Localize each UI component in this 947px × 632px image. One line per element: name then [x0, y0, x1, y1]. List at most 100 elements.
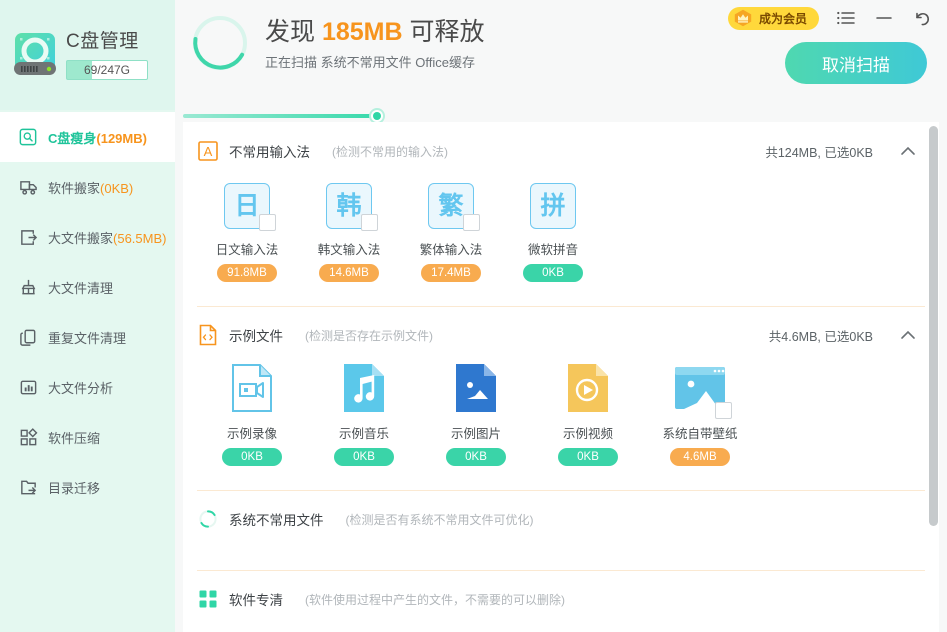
section-header[interactable]: 软件专清 (软件使用过程中产生的文件，不需要的可以删除): [183, 570, 939, 628]
tile-korean-ime[interactable]: 韩 韩文输入法 14.6MB: [319, 180, 379, 282]
sidebar-item-label: 目录迁移: [48, 481, 100, 496]
tile-art: 韩: [321, 180, 377, 232]
section-unused-ime: A 不常用输入法 (检测不常用的输入法) 共124MB, 已选0KB: [183, 122, 939, 306]
sidebar-item-label: 软件压缩: [48, 431, 100, 446]
section-software-clean: 软件专清 (软件使用过程中产生的文件，不需要的可以删除): [183, 570, 939, 628]
sidebar-item-directory-migrate[interactable]: 目录迁移: [0, 462, 175, 512]
app-window: C盘管理 69/247G C盘瘦身(129MB) 软件搬家(0KB): [0, 0, 947, 632]
disk-capacity-badge: 69/247G: [66, 60, 148, 80]
window-controls: 成为会员: [728, 4, 933, 32]
tile-sample-recording[interactable]: 示例录像 0KB: [217, 364, 287, 466]
section-header[interactable]: A 不常用输入法 (检测不常用的输入法) 共124MB, 已选0KB: [183, 122, 939, 180]
section-right: 共124MB, 已选0KB: [765, 142, 917, 161]
tile-sample-video[interactable]: 示例视频 0KB: [553, 364, 623, 466]
tile-art: 繁: [423, 180, 479, 232]
video-file-icon: [232, 364, 272, 417]
section-spacer: [183, 548, 939, 570]
scan-subtitle: 正在扫描 系统不常用文件 Office缓存: [265, 52, 485, 71]
picture-file-icon: [456, 364, 496, 417]
scroll-area[interactable]: A 不常用输入法 (检测不常用的输入法) 共124MB, 已选0KB: [183, 122, 939, 632]
scrollbar-thumb[interactable]: [929, 126, 938, 526]
sidebar-item-label: 重复文件清理: [48, 331, 126, 346]
back-arrow-icon[interactable]: [911, 7, 933, 29]
grid-green-icon: [197, 588, 219, 610]
tile-japanese-ime[interactable]: 日 日文输入法 91.8MB: [217, 180, 277, 282]
minimize-icon[interactable]: [873, 7, 895, 29]
tile-label: 微软拼音: [528, 239, 578, 258]
become-member-label: 成为会员: [759, 10, 807, 27]
section-header[interactable]: 示例文件 (检测是否存在示例文件) 共4.6MB, 已选0KB: [183, 306, 939, 364]
truck-move-icon: [18, 177, 38, 197]
tile-checkbox[interactable]: [463, 214, 480, 231]
tile-art: 日: [219, 180, 275, 232]
tile-checkbox[interactable]: [361, 214, 378, 231]
code-file-icon: [197, 324, 219, 346]
tile-checkbox[interactable]: [259, 214, 276, 231]
tile-sample-picture[interactable]: 示例图片 0KB: [441, 364, 511, 466]
tile-sample-music[interactable]: 示例音乐 0KB: [329, 364, 399, 466]
sidebar-item-size: (56.5MB): [113, 231, 166, 246]
scan-title-prefix: 发现: [265, 18, 322, 46]
tile-checkbox[interactable]: [715, 402, 732, 419]
section-sample-files: 示例文件 (检测是否存在示例文件) 共4.6MB, 已选0KB: [183, 306, 939, 490]
section-desc: (检测不常用的输入法): [332, 143, 448, 160]
section-desc: (检测是否有系统不常用文件可优化): [346, 511, 534, 528]
scan-progress-bar: [183, 110, 947, 122]
sidebar-item-bigfile-clean[interactable]: 大文件清理: [0, 262, 175, 312]
tile-art: 拼: [525, 180, 581, 232]
cancel-scan-button[interactable]: 取消扫描: [785, 42, 927, 84]
section-system-unused-files: 系统不常用文件 (检测是否有系统不常用文件可优化): [183, 490, 939, 570]
tile-art: [336, 364, 392, 416]
scrollbar-track[interactable]: [928, 122, 939, 632]
chevron-up-icon[interactable]: [899, 326, 917, 344]
section-name: 示例文件: [229, 325, 283, 345]
section-stat: 共124MB, 已选0KB: [765, 142, 873, 161]
ring-spinner-icon: [197, 508, 219, 530]
section-desc: (软件使用过程中产生的文件，不需要的可以删除): [305, 591, 565, 608]
section-stat: 共4.6MB, 已选0KB: [769, 326, 873, 345]
ime-glyph-icon: 拼: [530, 183, 576, 229]
scan-results-list: A 不常用输入法 (检测不常用的输入法) 共124MB, 已选0KB: [183, 122, 939, 632]
tile-art: [672, 364, 728, 416]
hard-drive-icon: [12, 29, 58, 81]
section-header[interactable]: 系统不常用文件 (检测是否有系统不常用文件可优化): [183, 490, 939, 548]
svg-text:A: A: [204, 144, 213, 159]
section-name: 不常用输入法: [229, 141, 310, 161]
tile-size-badge: 4.6MB: [670, 448, 730, 466]
tile-traditional-ime[interactable]: 繁 繁体输入法 17.4MB: [421, 180, 481, 282]
folder-move-icon: [18, 477, 38, 497]
tile-label: 系统自带壁纸: [663, 423, 738, 442]
loading-spinner-icon: [189, 12, 251, 74]
file-move-icon: [18, 227, 38, 247]
sidebar-item-label: 大文件搬家: [48, 231, 113, 246]
crown-icon: [732, 8, 754, 28]
scan-text: 发现 185MB 可释放 正在扫描 系统不常用文件 Office缓存: [265, 16, 485, 71]
tile-label: 示例图片: [451, 423, 501, 442]
disk-slim-icon: [18, 127, 38, 147]
tile-size-badge: 0KB: [446, 448, 506, 466]
list-menu-icon[interactable]: [835, 7, 857, 29]
chevron-up-icon[interactable]: [899, 142, 917, 160]
tile-label: 繁体输入法: [420, 239, 483, 258]
tile-microsoft-pinyin[interactable]: 拼 微软拼音 0KB: [523, 180, 583, 282]
tile-size-badge: 0KB: [222, 448, 282, 466]
sidebar-item-bigfile-move[interactable]: 大文件搬家(56.5MB): [0, 212, 175, 262]
brand-header: C盘管理 69/247G: [0, 0, 175, 110]
tile-art: [560, 364, 616, 416]
sidebar-item-software-move[interactable]: 软件搬家(0KB): [0, 162, 175, 212]
tile-label: 示例音乐: [339, 423, 389, 442]
become-member-button[interactable]: 成为会员: [728, 7, 819, 30]
tile-label: 韩文输入法: [318, 239, 381, 258]
tile-size-badge: 17.4MB: [421, 264, 481, 282]
sidebar-item-software-compress[interactable]: 软件压缩: [0, 412, 175, 462]
play-file-icon: [568, 364, 608, 417]
sidebar-item-disk-slim[interactable]: C盘瘦身(129MB): [0, 112, 175, 162]
tile-label: 日文输入法: [216, 239, 279, 258]
sidebar-item-bigfile-analyze[interactable]: 大文件分析: [0, 362, 175, 412]
sidebar-item-label: 大文件清理: [48, 281, 113, 296]
tile-art: [224, 364, 280, 416]
sidebar-item-duplicate-clean[interactable]: 重复文件清理: [0, 312, 175, 362]
sidebar-item-label: 软件搬家: [48, 181, 100, 196]
tile-system-wallpaper[interactable]: 系统自带壁纸 4.6MB: [665, 364, 735, 466]
tile-size-badge: 14.6MB: [319, 264, 379, 282]
